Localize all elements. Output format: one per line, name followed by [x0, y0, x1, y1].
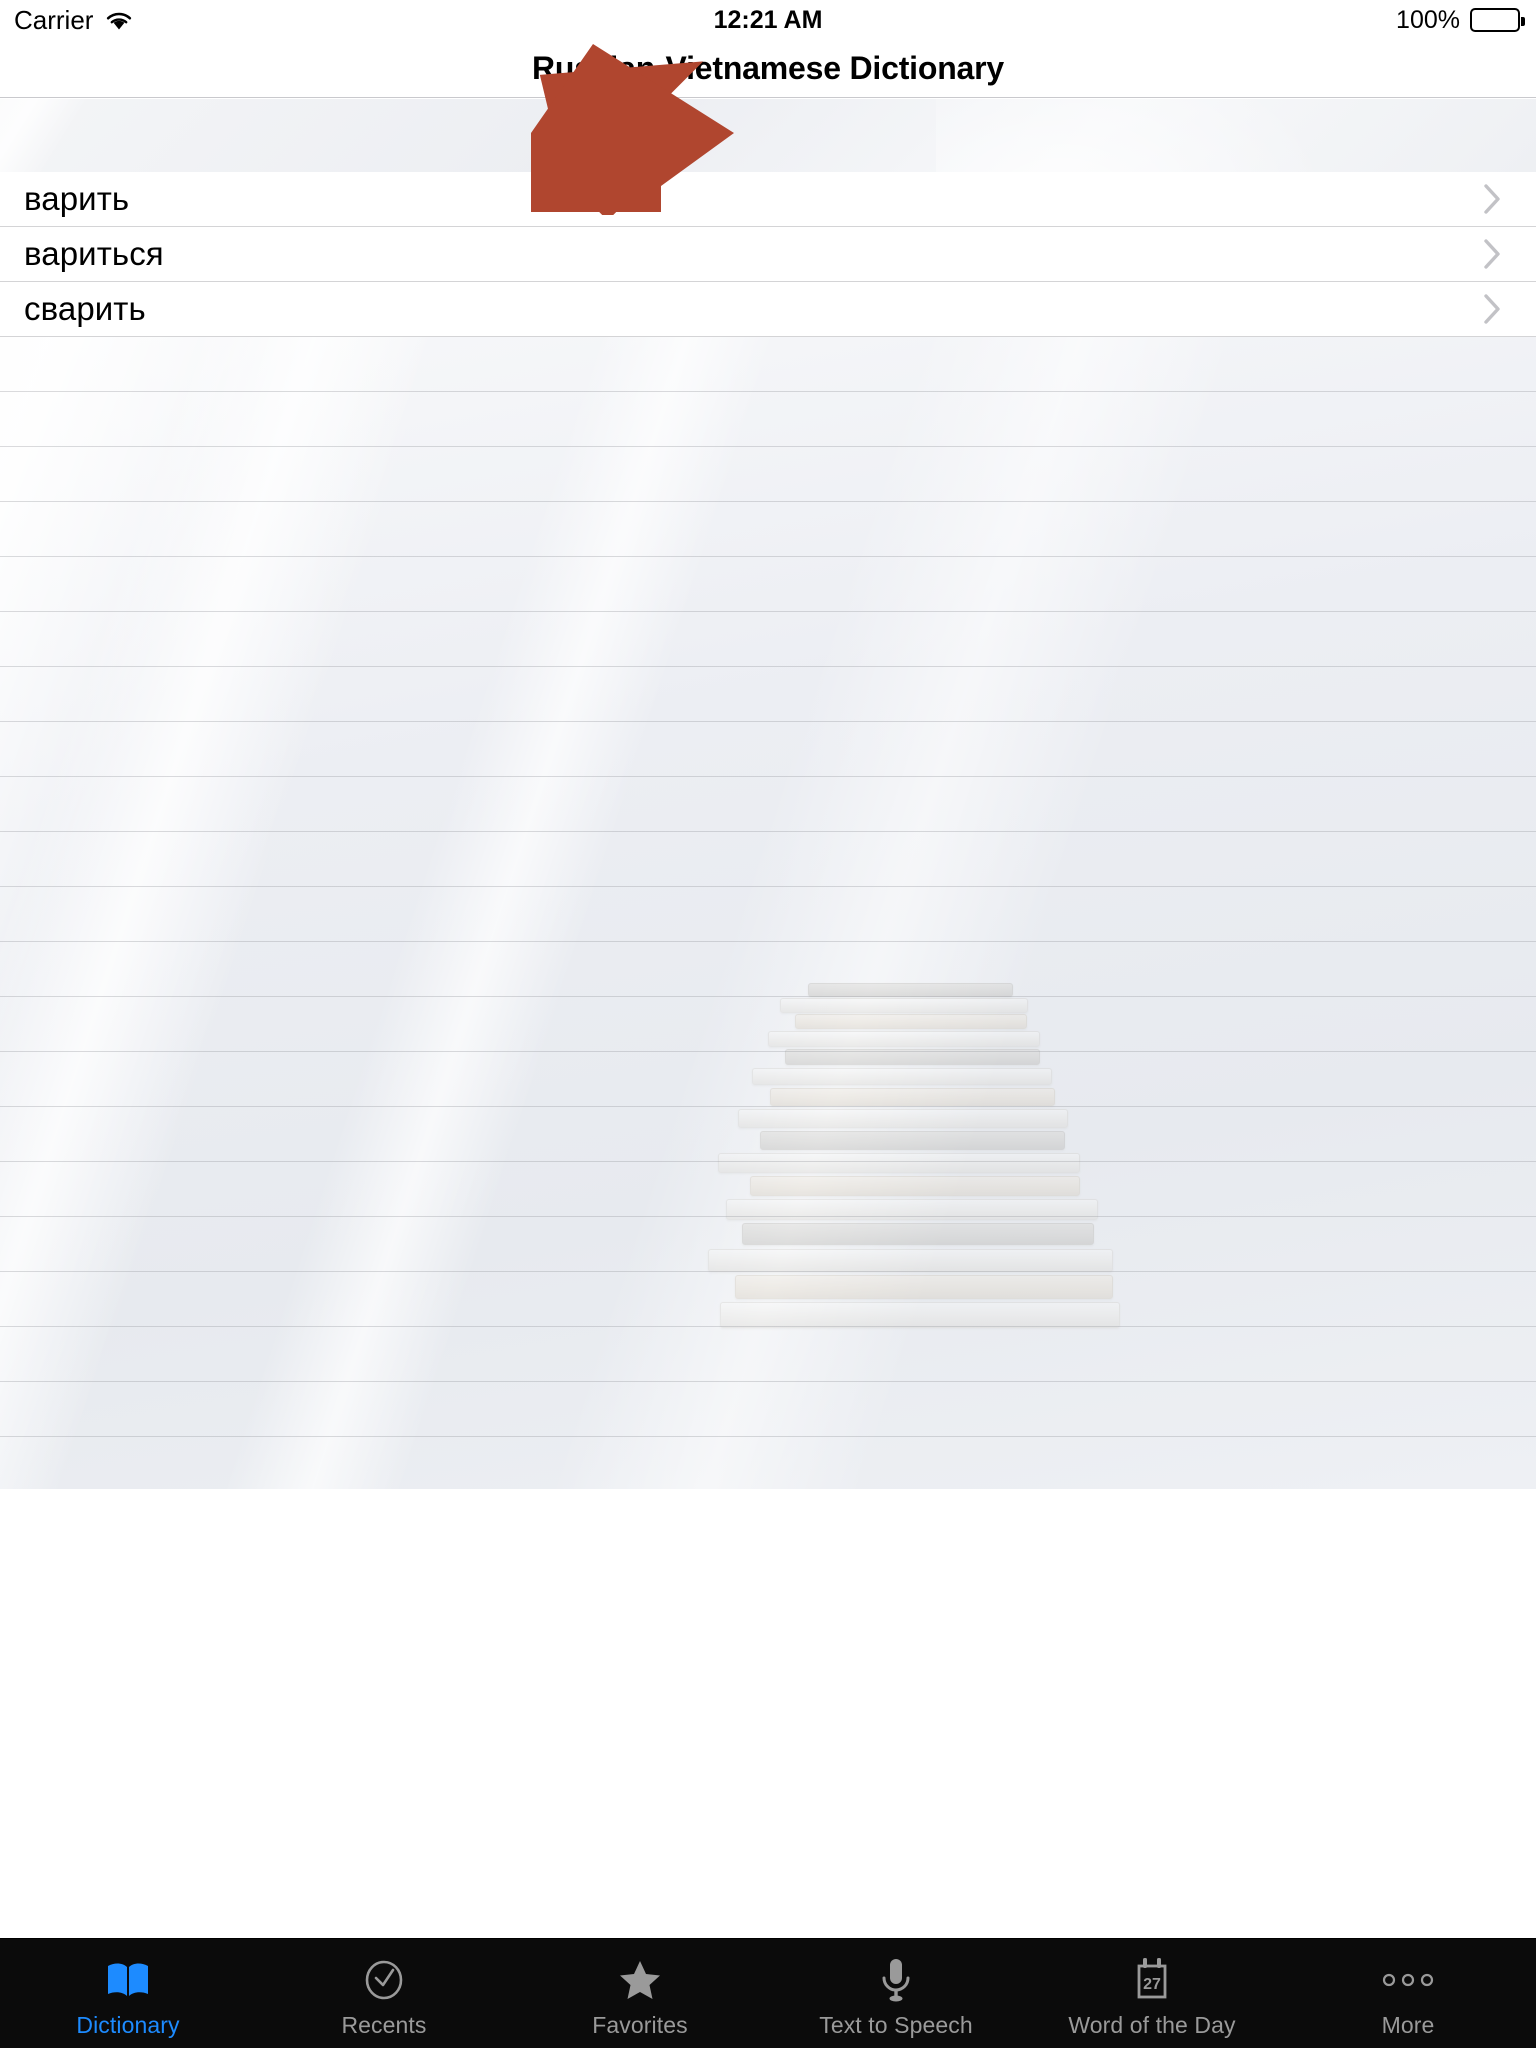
search-bar	[0, 99, 1536, 172]
tab-word-of-the-day[interactable]: 27 Word of the Day	[1024, 1939, 1280, 2048]
empty-list-background	[0, 337, 1536, 1489]
result-row-1[interactable]: вариться	[0, 227, 1536, 282]
calendar-day-number: 27	[1143, 1976, 1161, 1993]
chevron-right-icon	[1482, 292, 1502, 326]
tab-label: More	[1381, 2011, 1435, 2038]
page-title: Russian-Vietnamese Dictionary	[531, 50, 1004, 86]
tab-bar: Dictionary Recents Favorites Text to Spe…	[0, 1938, 1536, 2048]
tab-label: Dictionary	[76, 2011, 180, 2038]
tab-label: Recents	[341, 2011, 427, 2038]
tab-label: Text to Speech	[819, 2011, 973, 2038]
result-row-0[interactable]: варить	[0, 172, 1536, 227]
tab-more[interactable]: More	[1280, 1939, 1536, 2048]
result-word: варить	[24, 180, 130, 217]
tab-label: Favorites	[592, 2011, 688, 2038]
search-results-list: варить вариться сварить	[0, 172, 1536, 337]
tab-label: Word of the Day	[1068, 2011, 1236, 2038]
tab-text-to-speech[interactable]: Text to Speech	[768, 1939, 1024, 2048]
chevron-right-icon	[1482, 237, 1502, 271]
clock-check-icon	[363, 1957, 405, 2003]
calendar-27-icon: 27	[1130, 1957, 1174, 2003]
status-bar: Carrier 12:21 AM 100%	[0, 0, 1536, 40]
tab-favorites[interactable]: Favorites	[512, 1939, 768, 2048]
microphone-icon	[879, 1957, 913, 2003]
status-bar-right: 100%	[1396, 5, 1525, 35]
app-root: Carrier 12:21 AM 100% Russian-Vietnamese…	[0, 0, 1536, 2048]
chevron-right-icon	[1482, 182, 1502, 216]
result-word: вариться	[24, 235, 164, 272]
battery-percent-label: 100%	[1396, 5, 1460, 34]
star-icon	[617, 1957, 663, 2003]
status-bar-clock: 12:21 AM	[713, 5, 823, 34]
tab-dictionary[interactable]: Dictionary	[0, 1939, 256, 2048]
ellipsis-icon	[1380, 1957, 1436, 2003]
battery-full-icon	[1470, 8, 1525, 32]
books-illustration	[690, 957, 1160, 1377]
navigation-bar: Russian-Vietnamese Dictionary	[0, 40, 1536, 98]
result-row-2[interactable]: сварить	[0, 282, 1536, 337]
tab-recents[interactable]: Recents	[256, 1939, 512, 2048]
open-book-icon	[105, 1957, 151, 2003]
result-word: сварить	[24, 290, 146, 327]
